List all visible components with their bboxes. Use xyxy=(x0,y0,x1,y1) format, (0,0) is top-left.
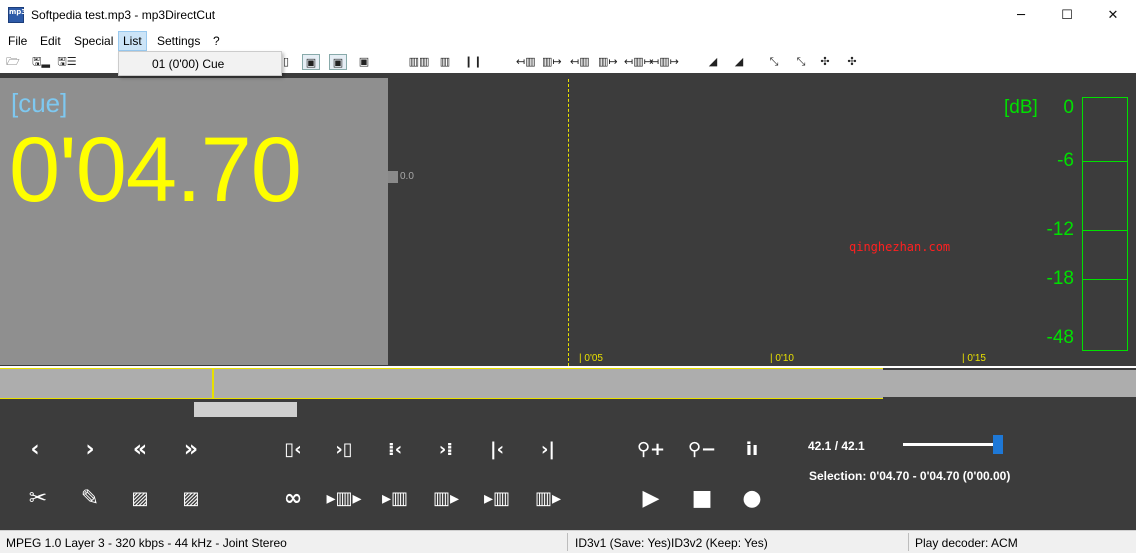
status-id3v1: ID3v1 (Save: Yes) xyxy=(575,536,672,550)
level-a-icon[interactable]: ◢ xyxy=(705,54,721,70)
menu-file[interactable]: File xyxy=(4,31,31,51)
overview-strip[interactable] xyxy=(0,368,1136,399)
dropdown-item-cue[interactable]: 01 (0'00) Cue xyxy=(152,57,224,71)
volume-slider-track[interactable] xyxy=(903,443,1003,446)
stop-button[interactable]: ■ xyxy=(684,480,720,516)
level-zoom-icon[interactable]: ı̇ı xyxy=(734,431,770,467)
go-to-start-button[interactable]: |‹ xyxy=(479,431,515,467)
menu-bar: File Edit Special List Settings ? xyxy=(0,31,1136,51)
cue-panel: [cue] 0'04.70 xyxy=(0,78,388,365)
go-to-end-button[interactable]: ›| xyxy=(530,431,566,467)
fade-out-icon[interactable]: ▨ xyxy=(173,480,209,516)
status-bar: MPEG 1.0 Layer 3 - 320 kbps - 44 kHz - J… xyxy=(0,530,1136,553)
doc-b-icon[interactable]: ▣ xyxy=(329,54,347,70)
step-forward-button[interactable]: › xyxy=(72,431,108,467)
mark-b-icon[interactable]: ▥↦ xyxy=(598,54,618,70)
level-b-icon[interactable]: ◢ xyxy=(731,54,747,70)
scroll-thumb[interactable] xyxy=(194,402,297,417)
app-icon: mp3 xyxy=(8,7,26,23)
zoom-a-icon[interactable]: ⤡ xyxy=(766,54,782,70)
db-label-48: -48 xyxy=(1046,327,1074,348)
control-panel: ‹ › « » ▯‹ ›▯ ⁞‹ ›⁞ |‹ ›| ⚲+ ⚲− ı̇ı ✂ ✎ … xyxy=(0,399,1136,530)
play-around-right-icon[interactable]: ▥▸ xyxy=(530,480,566,516)
time-tick: | 0'05 xyxy=(579,353,603,364)
go-sel-end-left-button[interactable]: ⁞‹ xyxy=(377,431,413,467)
overview-track-end xyxy=(883,370,1136,397)
waveform-area[interactable]: [cue] 0'04.70 0.0 | 0'05 | 0'10 | 0'15 q… xyxy=(0,73,1136,366)
fast-back-button[interactable]: « xyxy=(122,431,158,467)
open-folder-icon[interactable]: 🗁 xyxy=(5,54,21,70)
go-sel-end-right-button[interactable]: ›⁞ xyxy=(428,431,464,467)
cut-icon[interactable]: ✂ xyxy=(20,480,56,516)
minimize-button[interactable]: ─ xyxy=(998,0,1044,31)
menu-settings[interactable]: Settings xyxy=(153,31,204,51)
edit-pencil-icon[interactable]: ✎ xyxy=(72,480,108,516)
status-separator xyxy=(567,533,568,551)
window-title: Softpedia test.mp3 - mp3DirectCut xyxy=(31,8,216,22)
time-tick: | 0'15 xyxy=(962,353,986,364)
mark-left-icon[interactable]: ↤▥ xyxy=(516,54,536,70)
doc-a-icon[interactable]: ▣ xyxy=(302,54,320,70)
level-value: 0.0 xyxy=(400,171,414,182)
menu-special[interactable]: Special xyxy=(70,31,117,51)
mark-c-icon[interactable]: ↤▥↦ xyxy=(624,54,653,70)
level-marker[interactable] xyxy=(388,171,398,183)
mark-d-icon[interactable]: ↤▥↦ xyxy=(650,54,679,70)
fade-in-icon[interactable]: ▨ xyxy=(122,480,158,516)
position-readout: 42.1 / 42.1 xyxy=(808,439,865,453)
overview-track[interactable] xyxy=(0,368,883,399)
close-button[interactable]: ✕ xyxy=(1090,0,1136,31)
db-label-0: 0 xyxy=(1063,97,1074,118)
step-back-button[interactable]: ‹ xyxy=(17,431,53,467)
loop-icon[interactable]: ∞ xyxy=(275,480,311,516)
record-button[interactable]: ● xyxy=(734,480,770,516)
menu-list[interactable]: List xyxy=(118,31,147,51)
zoom-out-icon[interactable]: ⚲− xyxy=(684,431,720,467)
pattern-icon[interactable]: ▥▥ xyxy=(408,54,430,70)
doc-c-icon[interactable]: ▣ xyxy=(357,54,371,70)
play-from-cue-icon[interactable]: ▥▸ xyxy=(428,480,464,516)
mark-right-icon[interactable]: ▥↦ xyxy=(542,54,562,70)
meter-line xyxy=(1083,161,1127,162)
menu-help[interactable]: ? xyxy=(209,31,224,51)
play-cursor xyxy=(568,79,569,366)
time-tick: | 0'10 xyxy=(770,353,794,364)
cue-time: 0'04.70 xyxy=(9,119,302,221)
volume-slider-thumb[interactable] xyxy=(993,435,1003,454)
pause-bars-icon[interactable]: ❙❙ xyxy=(464,54,482,70)
go-sel-start-left-button[interactable]: ▯‹ xyxy=(275,431,311,467)
cue-label: [cue] xyxy=(11,88,68,118)
play-button[interactable]: ▶ xyxy=(633,480,669,516)
save-split-icon[interactable]: 🖫☰ xyxy=(56,54,78,70)
play-to-cue-icon[interactable]: ▸▥ xyxy=(377,480,413,516)
maximize-button[interactable]: ☐ xyxy=(1044,0,1090,31)
selection-readout: Selection: 0'04.70 - 0'04.70 (0'00.00) xyxy=(809,469,1011,483)
play-around-left-icon[interactable]: ▸▥ xyxy=(479,480,515,516)
fast-forward-button[interactable]: » xyxy=(173,431,209,467)
mark-a-icon[interactable]: ↤▥ xyxy=(570,54,590,70)
status-separator xyxy=(908,533,909,551)
watermark: qinghezhan.com xyxy=(849,240,951,254)
db-label-18: -18 xyxy=(1046,268,1074,289)
meter-line xyxy=(1083,279,1127,280)
status-id3v2: ID3v2 (Keep: Yes) xyxy=(671,536,768,550)
status-format: MPEG 1.0 Layer 3 - 320 kbps - 44 kHz - J… xyxy=(6,536,287,550)
contract-icon[interactable]: ✣ xyxy=(844,54,860,70)
meter-line xyxy=(1083,230,1127,231)
db-label-6: -6 xyxy=(1057,150,1074,171)
play-selection-icon[interactable]: ▸▥▸ xyxy=(326,480,362,516)
expand-icon[interactable]: ✣ xyxy=(817,54,833,70)
zoom-in-icon[interactable]: ⚲+ xyxy=(633,431,669,467)
overview-position xyxy=(212,368,214,399)
level-meter xyxy=(1082,97,1128,351)
list-dropdown: 01 (0'00) Cue xyxy=(118,51,282,76)
zoom-b-icon[interactable]: ⤡ xyxy=(793,54,809,70)
title-bar: mp3 Softpedia test.mp3 - mp3DirectCut ─ … xyxy=(0,0,1136,31)
menu-edit[interactable]: Edit xyxy=(36,31,65,51)
db-label-12: -12 xyxy=(1046,219,1074,240)
status-decoder: Play decoder: ACM xyxy=(915,536,1018,550)
go-sel-start-right-button[interactable]: ›▯ xyxy=(326,431,362,467)
pattern-b-icon[interactable]: ▥ xyxy=(437,54,453,70)
save-icon[interactable]: 🖫▂ xyxy=(30,54,52,70)
